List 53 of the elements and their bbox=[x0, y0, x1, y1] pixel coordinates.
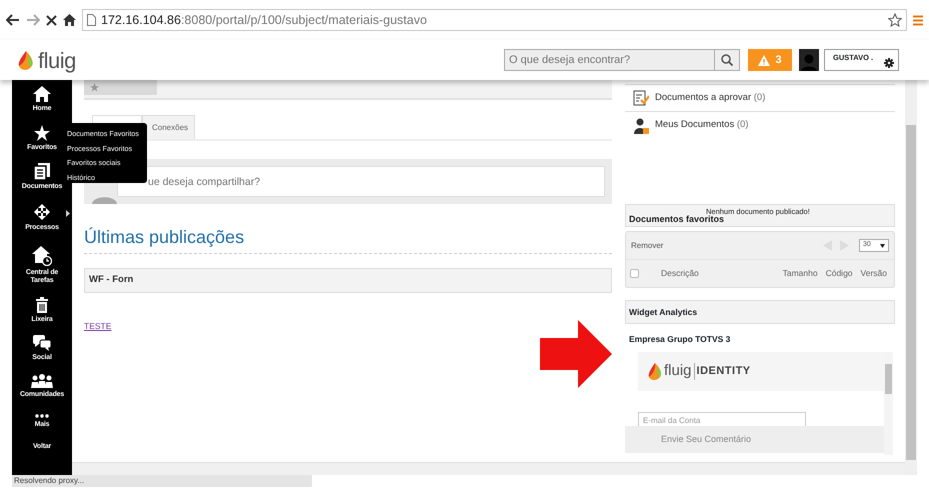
scrollbar[interactable] bbox=[884, 352, 893, 455]
bookmark-star-icon[interactable] bbox=[888, 13, 902, 27]
tab[interactable]: Conexões bbox=[142, 115, 196, 139]
more-icon bbox=[35, 414, 49, 418]
address-bar[interactable]: 172.16.104.86:8080/portal/p/100/subject/materiais-gustavo bbox=[82, 9, 907, 31]
star-icon[interactable] bbox=[90, 83, 99, 92]
fluig-logo[interactable]: fluig bbox=[18, 44, 76, 76]
page-scrollbar[interactable] bbox=[905, 80, 917, 475]
column-header: Descrição bbox=[661, 267, 699, 280]
documents-icon bbox=[34, 163, 50, 180]
user-doc-icon bbox=[633, 118, 649, 134]
search-button[interactable] bbox=[715, 49, 740, 71]
document-link[interactable]: Meus Documentos (0) bbox=[625, 112, 895, 139]
company-name: Empresa Grupo TOTVS 3 bbox=[629, 333, 732, 346]
document-link[interactable]: Documentos a aprovar (0) bbox=[625, 85, 895, 112]
select-all-checkbox[interactable] bbox=[630, 269, 639, 278]
drop-icon bbox=[648, 361, 662, 382]
drop-icon bbox=[18, 49, 34, 71]
star-icon bbox=[34, 124, 50, 140]
approve-doc-icon bbox=[633, 90, 649, 106]
house-clock-icon bbox=[32, 246, 52, 266]
column-header: Código bbox=[826, 267, 853, 280]
search-field[interactable]: O que deseja encontrar? bbox=[504, 49, 715, 71]
caret-icon bbox=[880, 244, 885, 248]
page-icon bbox=[87, 14, 96, 26]
settings-icon[interactable] bbox=[884, 58, 894, 68]
chat-icon bbox=[33, 335, 51, 351]
back-icon[interactable] bbox=[6, 14, 20, 26]
status-text: Resolvendo proxy... bbox=[12, 475, 312, 487]
url-text: 172.16.104.86:8080/portal/p/100/subject/materiais-gustavo bbox=[101, 12, 427, 29]
avatar[interactable] bbox=[799, 49, 819, 71]
person-icon bbox=[801, 53, 817, 71]
share-field[interactable]: ue deseja compartilhar? bbox=[117, 166, 605, 197]
home-icon bbox=[33, 86, 51, 102]
warning-icon bbox=[758, 54, 770, 66]
people-icon bbox=[31, 374, 53, 388]
section-heading: Últimas publicações bbox=[84, 226, 612, 254]
post-title[interactable]: WF - Forn bbox=[84, 268, 612, 293]
processes-icon bbox=[33, 202, 51, 220]
search-icon bbox=[721, 54, 733, 66]
remove-link[interactable]: Remover bbox=[631, 240, 664, 252]
forward-icon[interactable] bbox=[26, 14, 40, 26]
identity-logo: fluig IDENTITY bbox=[638, 352, 884, 391]
arrow-icon bbox=[540, 320, 612, 388]
panel-title: Widget Analytics bbox=[625, 300, 895, 324]
home-icon[interactable] bbox=[63, 14, 76, 26]
trash-icon bbox=[36, 296, 48, 312]
column-header: Versão bbox=[860, 267, 887, 280]
column-header: Tamanho bbox=[782, 267, 818, 280]
menu-icon[interactable] bbox=[913, 14, 923, 26]
stop-icon[interactable] bbox=[46, 14, 57, 26]
teste-link[interactable]: TESTE bbox=[84, 320, 112, 333]
panel-title: Documentos favoritos bbox=[629, 214, 724, 224]
